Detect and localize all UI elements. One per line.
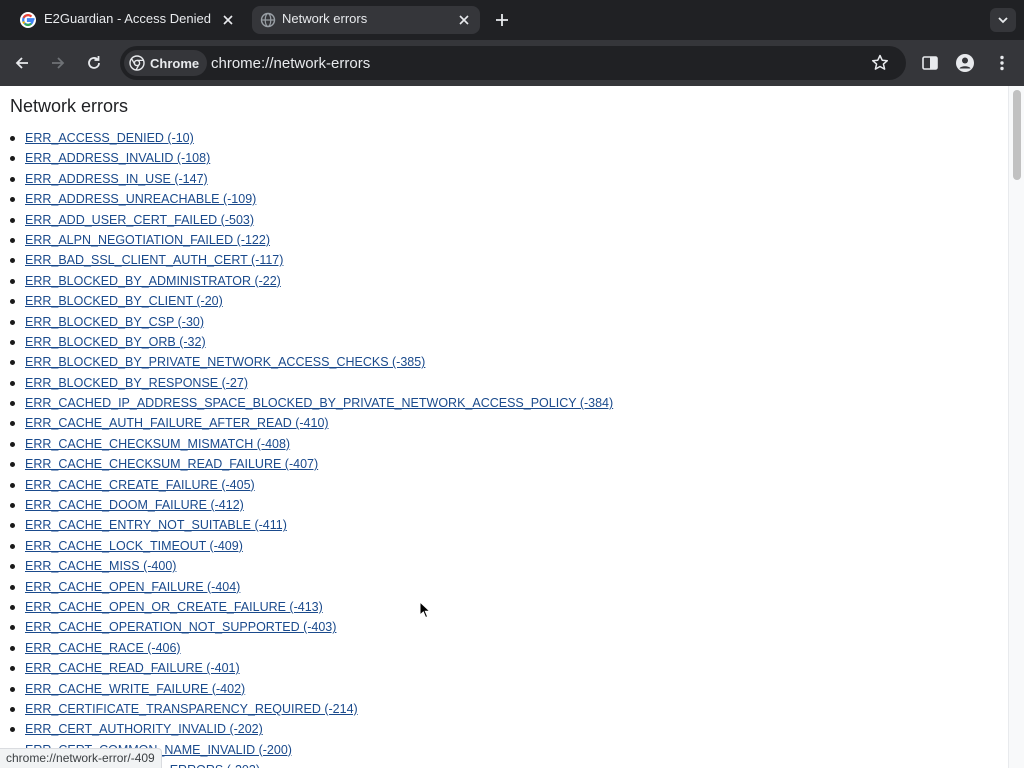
list-item: ERR_ADDRESS_IN_USE (-147) (9, 171, 613, 191)
list-item: ERR_CACHE_READ_FAILURE (-401) (9, 660, 613, 680)
list-item: ERR_BLOCKED_BY_RESPONSE (-27) (9, 375, 613, 395)
list-item: ERR_ADD_USER_CERT_FAILED (-503) (9, 212, 613, 232)
error-link[interactable]: ERR_CACHE_OPEN_FAILURE (-404) (25, 580, 240, 594)
error-link[interactable]: ERR_ADDRESS_INVALID (-108) (25, 151, 210, 165)
list-item: ERR_CACHE_RACE (-406) (9, 640, 613, 660)
forward-button[interactable] (48, 53, 68, 73)
list-item: ERR_ALPN_NEGOTIATION_FAILED (-122) (9, 232, 613, 252)
list-item: ERR_CACHE_CREATE_FAILURE (-405) (9, 477, 613, 497)
url-text[interactable]: chrome://network-errors (211, 55, 370, 72)
error-link[interactable]: ERR_BLOCKED_BY_ADMINISTRATOR (-22) (25, 274, 281, 288)
error-link[interactable]: ERR_CACHE_LOCK_TIMEOUT (-409) (25, 539, 243, 553)
page-content: Network errors ERR_ACCESS_DENIED (-10) ER… (0, 86, 1008, 768)
chrome-icon (129, 55, 145, 71)
person-icon (956, 54, 974, 72)
browser-toolbar: Chrome chrome://network-errors (0, 40, 1024, 86)
page-title: Network errors (10, 96, 129, 116)
list-item: ERR_BLOCKED_BY_ADMINISTRATOR (-22) (9, 273, 613, 293)
list-item: ERR_CACHE_ENTRY_NOT_SUITABLE (-411) (9, 517, 613, 537)
list-item: ERR_CERTIFICATE_TRANSPARENCY_REQUIRED (-… (9, 701, 613, 721)
list-item: ERR_CACHE_OPEN_FAILURE (-404) (9, 579, 613, 599)
error-list: ERR_ACCESS_DENIED (-10) ERR_ADDRESS_INVAL… (9, 130, 613, 768)
google-g-icon (20, 12, 36, 28)
list-item: ERR_ADDRESS_INVALID (-108) (9, 150, 613, 170)
list-item: ERR_BLOCKED_BY_CSP (-30) (9, 314, 613, 334)
tab-title: E2Guardian - Access Denied (44, 11, 211, 26)
list-item: ERR_CACHE_OPEN_OR_CREATE_FAILURE (-413) (9, 599, 613, 619)
error-link[interactable]: ERR_ADDRESS_UNREACHABLE (-109) (25, 192, 256, 206)
profile-button[interactable] (955, 53, 975, 73)
error-link[interactable]: ERR_CACHE_READ_FAILURE (-401) (25, 661, 240, 675)
error-link[interactable]: ERR_CACHE_RACE (-406) (25, 641, 181, 655)
tab-network-errors[interactable]: Network errors (252, 6, 480, 34)
globe-icon (260, 12, 276, 28)
tab-title: Network errors (282, 11, 368, 26)
list-item: ERR_BAD_SSL_CLIENT_AUTH_CERT (-117) (9, 252, 613, 272)
list-item: ERR_CACHE_CHECKSUM_MISMATCH (-408) (9, 436, 613, 456)
error-link[interactable]: ERR_BLOCKED_BY_PRIVATE_NETWORK_ACCESS_CH… (25, 355, 425, 369)
close-icon[interactable] (456, 12, 472, 28)
side-panel-icon (922, 56, 938, 70)
side-panel-button[interactable] (920, 53, 940, 73)
tab-search-button[interactable] (990, 8, 1016, 32)
error-link[interactable]: ERR_BLOCKED_BY_CLIENT (-20) (25, 294, 223, 308)
error-link[interactable]: ERR_ADDRESS_IN_USE (-147) (25, 172, 208, 186)
tab-strip: E2Guardian - Access Denied Network error… (0, 0, 1024, 40)
error-link[interactable]: ERR_CACHE_AUTH_FAILURE_AFTER_READ (-410) (25, 416, 329, 430)
error-link[interactable]: ERR_CACHE_ENTRY_NOT_SUITABLE (-411) (25, 518, 287, 532)
error-link[interactable]: ERR_CERTIFICATE_TRANSPARENCY_REQUIRED (-… (25, 702, 358, 716)
list-item: ERR_CACHE_CHECKSUM_READ_FAILURE (-407) (9, 456, 613, 476)
list-item: ERR_CACHED_IP_ADDRESS_SPACE_BLOCKED_BY_P… (9, 395, 613, 415)
reload-icon (88, 56, 100, 69)
mouse-pointer-icon (419, 601, 431, 619)
new-tab-button[interactable] (492, 10, 512, 30)
tab-e2guardian[interactable]: E2Guardian - Access Denied (8, 6, 244, 34)
menu-button[interactable] (992, 53, 1012, 73)
error-link[interactable]: ERR_CACHE_CREATE_FAILURE (-405) (25, 478, 255, 492)
error-link[interactable]: ERR_CACHE_MISS (-400) (25, 559, 176, 573)
list-item: ERR_CACHE_OPERATION_NOT_SUPPORTED (-403) (9, 619, 613, 639)
link-status-bubble: chrome://network-error/-409 (0, 748, 162, 768)
error-link[interactable]: ERR_CERT_AUTHORITY_INVALID (-202) (25, 722, 263, 736)
list-item: ERR_ADDRESS_UNREACHABLE (-109) (9, 191, 613, 211)
list-item: ERR_CERT_AUTHORITY_INVALID (-202) (9, 721, 613, 741)
error-link[interactable]: ERR_CACHE_CHECKSUM_MISMATCH (-408) (25, 437, 290, 451)
chip-label: Chrome (150, 55, 200, 71)
address-bar[interactable]: Chrome chrome://network-errors (120, 46, 906, 80)
arrow-left-icon (15, 57, 28, 69)
error-link[interactable]: ERR_ALPN_NEGOTIATION_FAILED (-122) (25, 233, 270, 247)
error-link[interactable]: ERR_ADD_USER_CERT_FAILED (-503) (25, 213, 254, 227)
list-item: ERR_CACHE_DOOM_FAILURE (-412) (9, 497, 613, 517)
list-item: ERR_BLOCKED_BY_PRIVATE_NETWORK_ACCESS_CH… (9, 354, 613, 374)
list-item: ERR_BLOCKED_BY_CLIENT (-20) (9, 293, 613, 313)
chevron-down-icon (998, 17, 1008, 24)
list-item: ERR_CACHE_LOCK_TIMEOUT (-409) (9, 538, 613, 558)
error-link[interactable]: ERR_CACHE_OPERATION_NOT_SUPPORTED (-403) (25, 620, 336, 634)
arrow-right-icon (52, 57, 65, 69)
error-link[interactable]: ERR_CACHE_OPEN_OR_CREATE_FAILURE (-413) (25, 600, 323, 614)
site-info-chip[interactable]: Chrome (124, 50, 208, 76)
reload-button[interactable] (84, 53, 104, 73)
error-link[interactable]: ERR_BLOCKED_BY_RESPONSE (-27) (25, 376, 248, 390)
bookmark-star-icon[interactable] (870, 53, 890, 73)
back-button[interactable] (12, 53, 32, 73)
list-item: ERR_CACHE_MISS (-400) (9, 558, 613, 578)
error-link[interactable]: ERR_CACHED_IP_ADDRESS_SPACE_BLOCKED_BY_P… (25, 396, 613, 410)
error-link[interactable]: ERR_BLOCKED_BY_ORB (-32) (25, 335, 206, 349)
list-item: ERR_ACCESS_DENIED (-10) (9, 130, 613, 150)
vertical-scrollbar[interactable] (1008, 86, 1024, 768)
scrollbar-thumb[interactable] (1013, 90, 1021, 180)
error-link[interactable]: ERR_CACHE_WRITE_FAILURE (-402) (25, 682, 245, 696)
list-item: ERR_CACHE_WRITE_FAILURE (-402) (9, 681, 613, 701)
error-link[interactable]: ERR_BAD_SSL_CLIENT_AUTH_CERT (-117) (25, 253, 283, 267)
error-link[interactable]: ERR_CACHE_CHECKSUM_READ_FAILURE (-407) (25, 457, 318, 471)
close-icon[interactable] (220, 12, 236, 28)
error-link[interactable]: ERR_ACCESS_DENIED (-10) (25, 131, 194, 145)
error-link[interactable]: ERR_BLOCKED_BY_CSP (-30) (25, 315, 204, 329)
kebab-menu-icon (1000, 55, 1004, 71)
list-item: ERR_CACHE_AUTH_FAILURE_AFTER_READ (-410) (9, 415, 613, 435)
list-item: ERR_BLOCKED_BY_ORB (-32) (9, 334, 613, 354)
error-link[interactable]: ERR_CACHE_DOOM_FAILURE (-412) (25, 498, 244, 512)
